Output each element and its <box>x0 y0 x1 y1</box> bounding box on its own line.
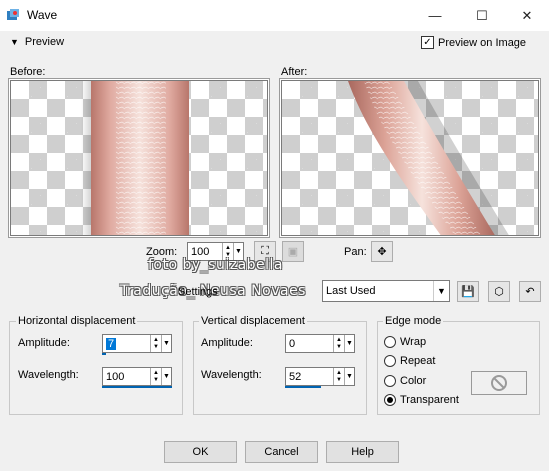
edge-mode-color-label: Color <box>400 375 427 387</box>
before-preview-frame <box>8 78 270 238</box>
reset-icon: ↶ <box>525 286 535 298</box>
after-preview-frame <box>279 78 541 238</box>
vertical-wavelength-value: 52 <box>289 370 302 383</box>
radio-icon <box>384 355 396 367</box>
settings-selected: Last Used <box>326 285 376 297</box>
horizontal-displacement-title: Horizontal displacement <box>16 315 138 327</box>
vertical-amplitude-label: Amplitude: <box>201 337 253 349</box>
dice-icon: ⬡ <box>494 286 504 298</box>
horizontal-amplitude-label: Amplitude: <box>18 337 70 349</box>
chevron-down-icon[interactable]: ▼ <box>344 368 354 385</box>
edge-mode-wrap-label: Wrap <box>400 336 427 348</box>
vertical-wavelength-label: Wavelength: <box>201 369 262 381</box>
triangle-down-icon: ▼ <box>10 37 19 47</box>
cancel-button[interactable]: Cancel <box>245 441 318 463</box>
edge-mode-transparent-radio[interactable]: Transparent <box>384 394 459 406</box>
radio-icon <box>384 375 396 387</box>
no-color-icon <box>491 375 507 391</box>
preview-toggle[interactable]: ▼ Preview <box>10 36 64 48</box>
ok-button[interactable]: OK <box>164 441 237 463</box>
vertical-wavelength-slider[interactable] <box>285 386 321 388</box>
preview-on-image-label: Preview on Image <box>438 36 527 49</box>
edge-mode-transparent-label: Transparent <box>400 394 459 406</box>
maximize-button[interactable]: ☐ <box>460 0 504 31</box>
edge-mode-repeat-label: Repeat <box>400 355 436 367</box>
pan-label: Pan: <box>344 246 367 258</box>
horizontal-wavelength-stepper[interactable]: 100 ▲ ▼ ▼ <box>102 367 172 386</box>
help-button[interactable]: Help <box>326 441 399 463</box>
horizontal-wavelength-slider[interactable] <box>102 386 172 388</box>
after-label: After: <box>281 66 308 78</box>
spin-arrows-icon[interactable]: ▲ ▼ <box>333 335 344 352</box>
vertical-displacement-title: Vertical displacement <box>199 315 307 327</box>
preview-toggle-label: Preview <box>24 36 65 48</box>
pan-button[interactable]: ✥ <box>371 241 393 262</box>
radio-selected-icon <box>384 394 396 406</box>
vertical-wavelength-stepper[interactable]: 52 ▲ ▼ ▼ <box>285 367 355 386</box>
settings-dropdown[interactable]: Last Used ▼ <box>322 280 450 302</box>
settings-label: Settings <box>178 286 218 298</box>
horizontal-amplitude-stepper[interactable]: 7 ▲ ▼ ▼ <box>102 334 172 353</box>
move-arrows-icon: ✥ <box>377 246 387 258</box>
before-label: Before: <box>10 66 46 78</box>
after-preview[interactable] <box>281 80 539 236</box>
horizontal-wavelength-label: Wavelength: <box>18 369 79 381</box>
randomize-button[interactable]: ⬡ <box>488 281 510 302</box>
spin-arrows-icon[interactable]: ▲ ▼ <box>150 335 161 352</box>
edge-mode-wrap-radio[interactable]: Wrap <box>384 336 426 348</box>
edge-color-swatch[interactable] <box>471 371 527 395</box>
edge-mode-title: Edge mode <box>383 315 444 327</box>
minimize-button[interactable]: — <box>413 0 457 31</box>
before-texture <box>81 81 189 235</box>
before-preview[interactable] <box>10 80 268 236</box>
edge-mode-color-radio[interactable]: Color <box>384 375 426 387</box>
zoom-value: 100 <box>191 245 210 258</box>
edge-mode-repeat-radio[interactable]: Repeat <box>384 355 435 367</box>
chevron-down-icon[interactable]: ▼ <box>161 335 171 352</box>
checkmark-icon: ✓ <box>421 36 434 49</box>
actual-size-icon: ▣ <box>287 246 299 258</box>
vertical-amplitude-value: 0 <box>289 337 296 350</box>
horizontal-amplitude-value[interactable]: 7 <box>106 337 117 350</box>
radio-icon <box>384 336 396 348</box>
chevron-down-icon: ▼ <box>433 281 449 301</box>
app-icon <box>7 9 19 20</box>
after-texture <box>348 81 509 235</box>
window-title: Wave <box>27 8 58 22</box>
vertical-amplitude-stepper[interactable]: 0 ▲ ▼ ▼ <box>285 334 355 353</box>
chevron-down-icon[interactable]: ▼ <box>344 335 354 352</box>
save-preset-button[interactable]: 💾 <box>457 281 479 302</box>
close-button[interactable]: ✕ <box>505 0 549 31</box>
watermark-line-1: foto by_suizabella <box>148 257 284 273</box>
zoom-actual-button[interactable]: ▣ <box>282 241 304 262</box>
floppy-disk-icon: 💾 <box>461 286 475 298</box>
spin-arrows-icon[interactable]: ▲ ▼ <box>333 368 344 385</box>
spin-arrows-icon[interactable]: ▲ ▼ <box>150 368 161 385</box>
horizontal-wavelength-value: 100 <box>106 370 125 383</box>
reset-button[interactable]: ↶ <box>519 281 541 302</box>
preview-on-image-checkbox[interactable]: ✓ Preview on Image <box>421 36 526 49</box>
horizontal-amplitude-slider[interactable] <box>102 353 106 355</box>
chevron-down-icon[interactable]: ▼ <box>161 368 171 385</box>
